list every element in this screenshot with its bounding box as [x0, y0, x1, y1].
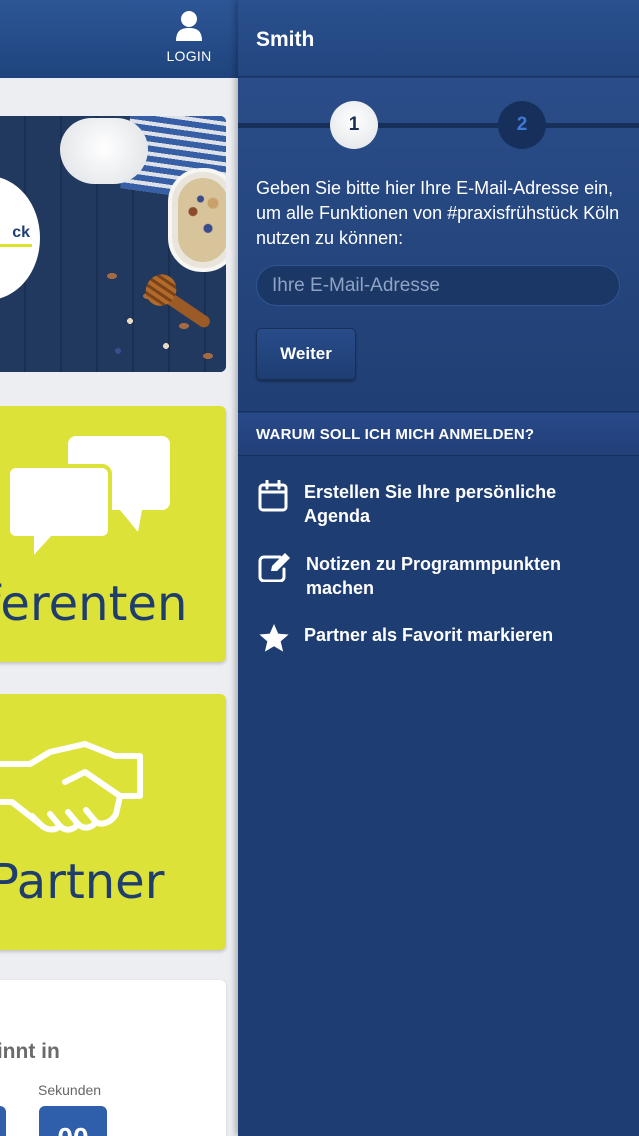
user-icon: [176, 11, 202, 41]
muesli-bowl-image: [168, 168, 226, 272]
drawer-header: Smith: [238, 0, 639, 77]
edit-icon: [258, 553, 290, 582]
handshake-icon: [0, 741, 143, 833]
countdown-box: [0, 1106, 6, 1136]
tile-referenten[interactable]: eferenten: [0, 406, 226, 662]
benefit-notes-text: Notizen zu Programmpunkten machen: [306, 554, 562, 598]
benefit-agenda-text: Erstellen Sie Ihre persönliche Agenda: [304, 482, 557, 526]
weiter-button[interactable]: Weiter: [256, 328, 356, 380]
login-drawer: Smith 1 2 Geben Sie bitte hier Ihre E-Ma…: [238, 0, 639, 1136]
countdown-unit-seconds: Sekunden: [38, 1082, 102, 1098]
tile-partner-label: Partner: [0, 854, 165, 910]
tile-partner[interactable]: Partner: [0, 694, 226, 950]
login-label: LOGIN: [166, 48, 212, 64]
countdown-seconds-box: 00: [39, 1106, 107, 1136]
benefit-favorite-text: Partner als Favorit markieren: [304, 625, 554, 645]
step-1-indicator: 1: [330, 101, 378, 149]
tile-referenten-label: eferenten: [0, 576, 188, 632]
hero-banner[interactable]: ck: [0, 116, 226, 372]
instructions-text: Geben Sie bitte hier Ihre E-Mail-Adresse…: [256, 178, 620, 248]
why-register-title: WARUM SOLL ICH MICH ANMELDEN?: [256, 426, 535, 443]
speech-bubbles-icon: [6, 436, 170, 566]
logo-text-fragment: ck: [12, 224, 30, 241]
email-field[interactable]: [256, 265, 620, 306]
background-app: LOGIN ck eferenten Partner: [0, 0, 238, 1136]
step-2-indicator: 2: [498, 101, 546, 149]
star-icon: [259, 624, 289, 652]
login-form: 1 2 Geben Sie bitte hier Ihre E-Mail-Adr…: [238, 78, 639, 412]
calendar-icon: [258, 480, 288, 512]
countdown-title: ginnt in: [0, 1040, 60, 1063]
top-bar: LOGIN: [0, 0, 238, 78]
login-button[interactable]: LOGIN: [160, 8, 218, 68]
user-name: Smith: [256, 28, 315, 51]
milk-jug-image: [60, 118, 148, 184]
why-register-header: WARUM SOLL ICH MICH ANMELDEN?: [238, 413, 639, 456]
stepper-track: [238, 123, 639, 128]
countdown-card: ginnt in Sekunden 00: [0, 980, 226, 1136]
